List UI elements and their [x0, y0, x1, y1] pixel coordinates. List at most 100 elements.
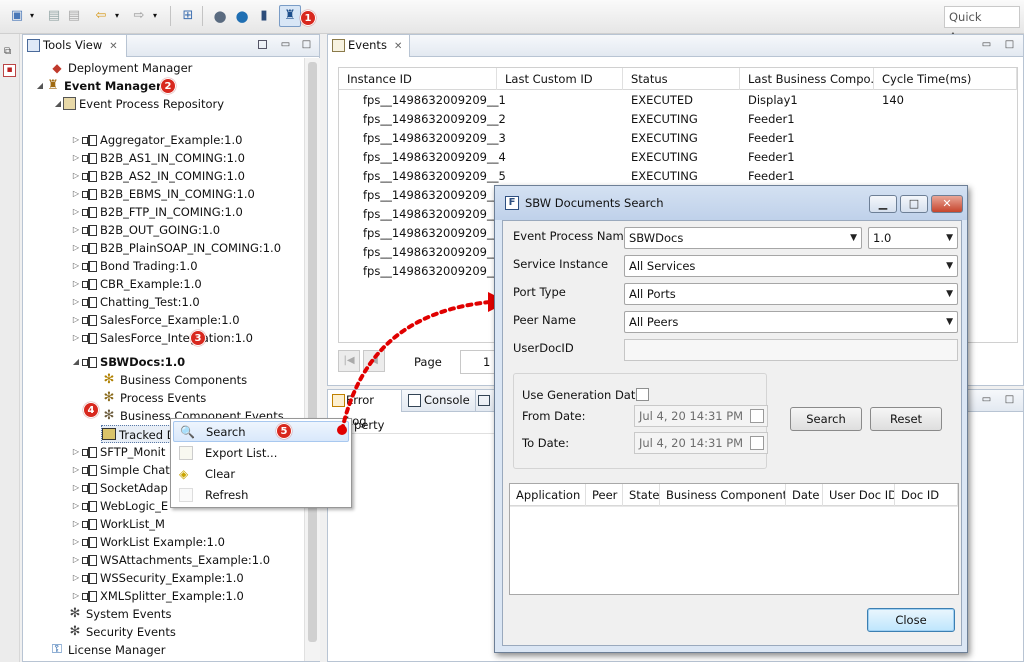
expand-arrow-icon[interactable]: ▷ [71, 293, 81, 311]
minimized-view-icon[interactable]: ▪ [3, 64, 16, 77]
minimize-icon[interactable]: ▭ [981, 395, 992, 406]
column-header[interactable]: Status [623, 68, 740, 90]
tree-item-process[interactable]: ▷ WorkList Example:1.0 [71, 533, 225, 551]
quick-access-field[interactable]: Quick Access [944, 6, 1020, 44]
tree-item-business-components[interactable]: ✻ Business Components [101, 371, 248, 389]
tree-item-process[interactable]: ▷ B2B_PlainSOAP_IN_COMING:1.0 [71, 239, 281, 257]
column-header[interactable]: Instance ID [339, 68, 497, 90]
menu-item-refresh[interactable]: Refresh [173, 485, 349, 506]
tree-item-process[interactable]: ▷ B2B_FTP_IN_COMING:1.0 [71, 203, 243, 221]
tree-scrollbar-thumb[interactable] [308, 62, 317, 642]
maximize-icon[interactable]: □ [301, 40, 312, 51]
expand-arrow-icon[interactable]: ▷ [71, 443, 81, 461]
port-type-select[interactable]: All Ports ▼ [624, 283, 958, 305]
search-button[interactable]: Search [790, 407, 862, 431]
close-icon[interactable]: ✕ [394, 41, 402, 52]
expand-arrow-icon[interactable]: ▷ [71, 551, 81, 569]
tree-item-process[interactable]: ▷ WSAttachments_Example:1.0 [71, 551, 270, 569]
tree-item-process[interactable]: ▷ SalesForce_Integration:1.0 [71, 329, 253, 347]
tree-item-process[interactable]: ▷ Chatting_Test:1.0 [71, 293, 200, 311]
server-icon[interactable]: ● [211, 7, 229, 25]
to-date-checkbox[interactable] [750, 436, 764, 450]
result-column-header[interactable]: Application [510, 484, 586, 506]
expand-arrow-icon[interactable]: ▷ [71, 203, 81, 221]
maximize-icon[interactable]: □ [1004, 40, 1015, 51]
expand-arrow-icon[interactable]: ▷ [71, 257, 81, 275]
tree-item-process[interactable]: ▷ Bond Trading:1.0 [71, 257, 198, 275]
tree-item-system-events[interactable]: ✻ System Events [67, 605, 172, 623]
tree-item-process[interactable]: ▷ CBR_Example:1.0 [71, 275, 202, 293]
tree-item-sbwdocs[interactable]: ◢ SBWDocs:1.0 [71, 353, 185, 371]
table-row[interactable]: fps__1498632009209__3 EXECUTING Feeder1 [339, 129, 1017, 148]
expand-arrow-icon[interactable]: ▷ [71, 587, 81, 605]
tree-item-process[interactable]: ▷ B2B_EBMS_IN_COMING:1.0 [71, 185, 255, 203]
menu-item-clear[interactable]: ◈ Clear [173, 464, 349, 485]
expand-arrow-icon[interactable]: ◢ [71, 353, 81, 371]
forward-icon[interactable]: ⇨ [130, 7, 148, 25]
table-row[interactable]: fps__1498632009209__2 EXECUTING Feeder1 [339, 110, 1017, 129]
to-date-picker[interactable]: Jul 4, 20 14:31 PM [634, 432, 768, 454]
menu-item-export-list[interactable]: Export List... [173, 443, 349, 464]
expand-arrow-icon[interactable]: ▷ [71, 149, 81, 167]
expand-arrow-icon[interactable]: ▷ [71, 221, 81, 239]
new-icon[interactable]: ▣ [8, 7, 26, 25]
maximize-icon[interactable]: □ [1004, 395, 1015, 406]
expand-arrow-icon[interactable]: ◢ [53, 95, 63, 113]
menu-item-search[interactable]: 🔍 Search [173, 421, 349, 442]
expand-arrow-icon[interactable]: ▷ [71, 311, 81, 329]
tree-item-process[interactable]: ▷ Aggregator_Example:1.0 [71, 131, 243, 149]
tree-item-process[interactable]: ▷ SocketAdap [71, 479, 168, 497]
tree-item-event-process-repository[interactable]: ◢ Event Process Repository [53, 95, 224, 113]
tree-item-event-manager[interactable]: ◢ ♜ Event Manager [35, 77, 162, 95]
column-header[interactable]: Last Custom ID [497, 68, 623, 90]
tree-item-process[interactable]: ▷ B2B_AS2_IN_COMING:1.0 [71, 167, 245, 185]
tree-item-process[interactable]: ▷ WebLogic_E [71, 497, 168, 515]
minimize-icon[interactable]: ▭ [280, 40, 291, 51]
tree-item-process-events[interactable]: ✻ Process Events [101, 389, 207, 407]
table-row[interactable]: fps__1498632009209__5 EXECUTING Feeder1 [339, 167, 1017, 186]
result-column-header[interactable]: Doc ID [895, 484, 958, 506]
tab-events[interactable]: Events ✕ [328, 35, 410, 57]
monitor-icon[interactable]: ▮ [255, 7, 273, 25]
es-server-icon[interactable]: ● [233, 7, 251, 25]
restore-icon[interactable]: ⧉ [4, 46, 11, 57]
minimize-icon[interactable]: ▁ [869, 195, 897, 213]
tree-item-process[interactable]: ▷ SFTP_Monit [71, 443, 165, 461]
tree-item-process[interactable]: ▷ WSSecurity_Example:1.0 [71, 569, 244, 587]
close-icon[interactable]: ✕ [109, 41, 117, 52]
tree-item-process[interactable]: ▷ B2B_OUT_GOING:1.0 [71, 221, 220, 239]
expand-arrow-icon[interactable]: ▷ [71, 131, 81, 149]
user-doc-id-input[interactable] [624, 339, 958, 361]
column-header[interactable]: Cycle Time(ms) [874, 68, 1017, 90]
tree-item-process[interactable]: ▷ Simple Chat [71, 461, 170, 479]
tree-item-process[interactable]: ▷ XMLSplitter_Example:1.0 [71, 587, 244, 605]
from-date-checkbox[interactable] [750, 409, 764, 423]
event-process-name-select[interactable]: SBWDocs ▼ [624, 227, 862, 249]
tree-scrollbar[interactable] [304, 58, 320, 661]
new-dropdown-icon[interactable]: ▾ [27, 7, 37, 25]
close-icon[interactable]: ✕ [931, 195, 963, 213]
tree-item-process[interactable]: ▷ SalesForce_Example:1.0 [71, 311, 240, 329]
column-header[interactable]: Last Business Compo... [740, 68, 874, 90]
expand-arrow-icon[interactable]: ▷ [71, 569, 81, 587]
expand-arrow-icon[interactable]: ▷ [71, 515, 81, 533]
tree-item-deployment-manager[interactable]: ◆ Deployment Manager [49, 59, 192, 77]
expand-arrow-icon[interactable]: ▷ [71, 533, 81, 551]
expand-arrow-icon[interactable]: ▷ [71, 497, 81, 515]
table-row[interactable]: fps__1498632009209__4 EXECUTING Feeder1 [339, 148, 1017, 167]
expand-arrow-icon[interactable]: ▷ [71, 167, 81, 185]
view-menu-icon[interactable] [258, 40, 267, 49]
back-icon[interactable]: ⇦ [92, 7, 110, 25]
tree-item-license-manager[interactable]: ⚿ License Manager [49, 641, 165, 659]
tree-item-process[interactable]: ▷ B2B_AS1_IN_COMING:1.0 [71, 149, 245, 167]
maximize-icon[interactable]: □ [900, 195, 928, 213]
expand-arrow-icon[interactable]: ▷ [71, 329, 81, 347]
event-manager-icon[interactable]: ♜ [279, 5, 301, 27]
close-button[interactable]: Close [867, 608, 955, 632]
use-generation-date-checkbox[interactable] [636, 388, 649, 401]
peer-name-select[interactable]: All Peers ▼ [624, 311, 958, 333]
expand-arrow-icon[interactable]: ▷ [71, 239, 81, 257]
expand-arrow-icon[interactable]: ◢ [35, 77, 45, 95]
expand-arrow-icon[interactable]: ▷ [71, 275, 81, 293]
table-row[interactable]: fps__1498632009209__1 EXECUTED Display1 140 [339, 91, 1017, 110]
